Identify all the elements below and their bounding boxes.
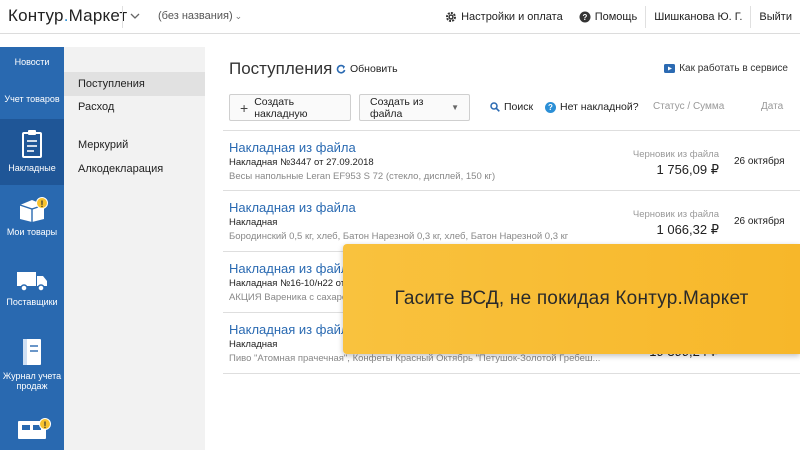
- table-row[interactable]: Накладная из файла Накладная №3447 от 27…: [223, 130, 800, 191]
- logout-link[interactable]: Выйти: [751, 11, 800, 23]
- subnav-item-receipts[interactable]: Поступления: [64, 72, 205, 96]
- gear-icon: [446, 12, 457, 22]
- sidebar-item-label: Поставщики: [6, 297, 58, 307]
- row-subtitle: Накладная №16-10/н22 от: [229, 278, 346, 289]
- row-title[interactable]: Накладная из файла: [229, 200, 356, 215]
- sidebar-item-label: Новости: [14, 57, 50, 67]
- svg-text:?: ?: [582, 13, 587, 22]
- top-right-menu: Настройки и оплата ? Помощь Шишканова Ю.…: [437, 0, 800, 34]
- sidebar-item-sales-journal[interactable]: Журнал учета продаж: [0, 337, 64, 399]
- promo-banner-text: Гасите ВСД, не покидая Контур.Маркет: [394, 288, 749, 309]
- table-row[interactable]: Накладная из файла Накладная Бородинский…: [223, 191, 800, 252]
- search-icon: [490, 102, 500, 112]
- row-title[interactable]: Накладная из файла: [229, 140, 356, 155]
- no-invoice-label: Нет накладной?: [560, 101, 639, 113]
- sidebar-item-news[interactable]: Новости: [0, 57, 64, 67]
- logo-sub: Маркет: [68, 6, 128, 25]
- search-label: Поиск: [504, 101, 534, 113]
- row-status: Черновик из файла: [632, 209, 719, 220]
- create-from-file-button[interactable]: Создать из файла ▼: [359, 94, 470, 121]
- user-menu[interactable]: Шишканова Ю. Г.: [646, 11, 750, 23]
- help-label: Помощь: [594, 11, 638, 23]
- warning-badge: !: [39, 418, 51, 430]
- search-button[interactable]: Поиск: [490, 101, 533, 113]
- row-subtitle: Накладная: [229, 339, 278, 350]
- question-icon: ?: [545, 101, 556, 113]
- row-subtitle: Накладная: [229, 217, 278, 228]
- sidebar: Новости Учет товаров Накладные Мои товар…: [0, 47, 64, 450]
- sidebar-item-label: Учет товаров: [4, 94, 60, 104]
- sidebar-item-invoices[interactable]: Накладные: [0, 119, 64, 185]
- refresh-button[interactable]: Обновить: [336, 63, 398, 75]
- sidebar-item-suppliers[interactable]: Поставщики: [0, 269, 64, 329]
- sub-navigation: Поступления Расход Меркурий Алкодекларац…: [64, 47, 205, 450]
- subnav-item-alcodeclaration[interactable]: Алкодекларация: [64, 157, 205, 181]
- row-description: Пиво "Атомная прачечная", Конфеты Красны…: [229, 353, 601, 364]
- row-date: 26 октября: [734, 156, 785, 167]
- promo-banner[interactable]: Гасите ВСД, не покидая Контур.Маркет: [343, 244, 800, 354]
- journal-icon: [23, 339, 41, 365]
- row-description: Весы напольные Leran EF953 S 72 (стекло,…: [229, 171, 496, 182]
- chevron-down-icon[interactable]: [128, 9, 142, 23]
- no-invoice-link[interactable]: ? Нет накладной?: [545, 101, 639, 113]
- logout-label: Выйти: [759, 11, 792, 23]
- page-title: Поступления: [229, 59, 333, 78]
- row-description: АКЦИЯ Вареника с сахаро: [229, 292, 348, 303]
- refresh-label: Обновить: [350, 63, 398, 75]
- caret-down-icon: ▼: [451, 103, 459, 112]
- sidebar-item-accounting[interactable]: Учет товаров: [0, 94, 64, 104]
- sidebar-item-my-goods[interactable]: Мои товары !: [0, 197, 64, 257]
- clipboard-icon: [22, 130, 42, 158]
- create-invoice-button[interactable]: + Создать накладную: [229, 94, 351, 121]
- document-selector[interactable]: (без названия) ⌄: [158, 10, 242, 22]
- subnav-item-expense[interactable]: Расход: [64, 95, 205, 119]
- truck-icon: [17, 272, 47, 292]
- row-title[interactable]: Накладная из файла: [229, 322, 356, 337]
- user-name: Шишканова Ю. Г.: [654, 11, 743, 23]
- row-title[interactable]: Накладная из файла: [229, 261, 356, 276]
- sidebar-item-label: Мои товары: [6, 227, 58, 237]
- row-subtitle: Накладная №3447 от 27.09.2018: [229, 157, 374, 168]
- sidebar-item-label: Накладные: [8, 163, 56, 173]
- sidebar-item-label: Журнал учета продаж: [2, 371, 62, 391]
- sidebar-item-more[interactable]: !: [0, 415, 64, 450]
- video-icon: [664, 64, 676, 73]
- create-invoice-label: Создать накладную: [254, 95, 308, 120]
- settings-label: Настройки и оплата: [461, 11, 563, 23]
- row-status: Черновик из файла: [632, 149, 719, 160]
- document-name: (без названия): [158, 10, 233, 22]
- row-sum: 1 756,09 ₽: [656, 162, 720, 177]
- settings-link[interactable]: Настройки и оплата: [437, 11, 571, 23]
- logo-divider: [122, 6, 123, 28]
- refresh-icon: [336, 64, 346, 74]
- subnav-item-mercury[interactable]: Меркурий: [64, 133, 205, 157]
- top-bar: Контур.Маркет (без названия) ⌄ Настройки …: [0, 0, 800, 34]
- help-link[interactable]: ? Помощь: [571, 11, 646, 23]
- create-from-file-label: Создать из файла: [370, 95, 424, 120]
- logo[interactable]: Контур.Маркет: [8, 6, 127, 26]
- plus-icon: +: [240, 99, 249, 116]
- row-sum: 1 066,32 ₽: [656, 222, 720, 237]
- logo-main: Контур: [8, 6, 64, 25]
- warning-badge: !: [36, 197, 48, 209]
- column-header-status: Статус / Сумма: [653, 101, 725, 112]
- help-icon: ?: [579, 11, 591, 23]
- row-description: Бородинский 0,5 кг, хлеб, Батон Нарезной…: [229, 231, 569, 242]
- howto-label: Как работать в сервисе: [679, 63, 788, 74]
- row-date: 26 октября: [734, 216, 785, 227]
- caret-down-icon: ⌄: [234, 11, 243, 21]
- howto-link[interactable]: Как работать в сервисе: [664, 63, 788, 74]
- column-header-date: Дата: [761, 101, 784, 112]
